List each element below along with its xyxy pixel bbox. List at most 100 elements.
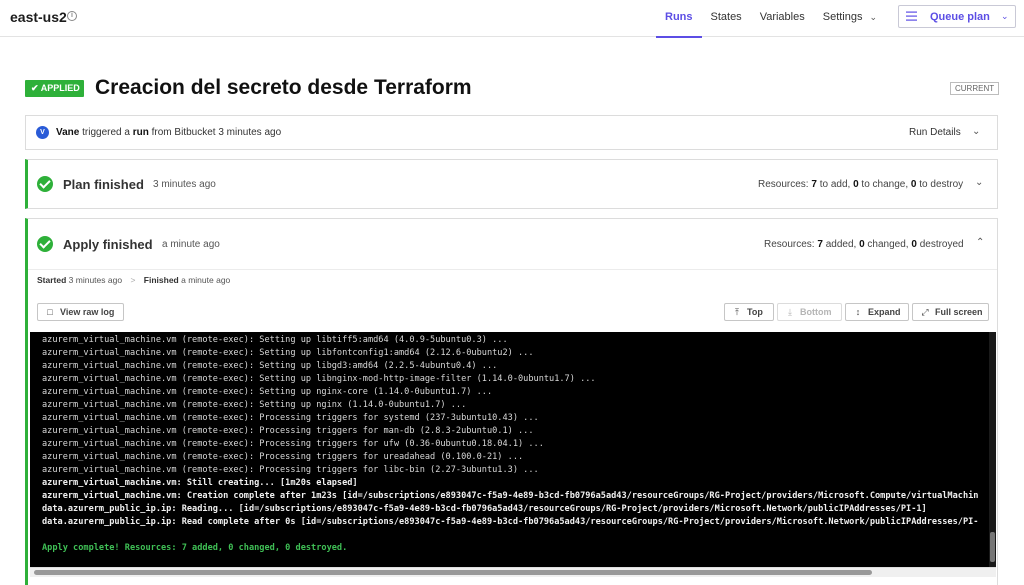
avatar: V: [36, 126, 49, 139]
run-details-toggle[interactable]: Run Details: [909, 127, 961, 138]
horizontal-scrollbar-thumb[interactable]: [34, 570, 872, 575]
log-line: azurerm_virtual_machine.vm (remote-exec)…: [42, 335, 508, 345]
trigger-run-word: run: [132, 127, 149, 138]
status-badge: ✔ APPLIED: [25, 80, 84, 97]
view-raw-log-button[interactable]: □ View raw log: [37, 303, 124, 321]
tab-variables[interactable]: Variables: [751, 0, 814, 37]
check-circle-icon: [37, 236, 53, 252]
trigger-text-mid: triggered a: [82, 127, 130, 138]
log-line: azurerm_virtual_machine.vm (remote-exec)…: [42, 387, 493, 397]
apply-changed-label: changed,: [867, 239, 909, 250]
plan-destroy-label: to destroy: [919, 179, 964, 190]
apply-title: Apply finished: [63, 237, 153, 252]
log-line: azurerm_virtual_machine.vm (remote-exec)…: [42, 413, 539, 423]
check-circle-icon: [37, 176, 53, 192]
vertical-scrollbar-thumb[interactable]: [990, 532, 995, 562]
tab-settings[interactable]: Settings ⌄: [814, 0, 886, 37]
apply-time: a minute ago: [162, 239, 220, 250]
queue-plan-button[interactable]: Queue plan ⌄: [898, 5, 1016, 28]
log-line: azurerm_virtual_machine.vm: Creation com…: [42, 491, 979, 501]
chevron-down-icon[interactable]: ⌄: [975, 177, 983, 188]
log-line: azurerm_virtual_machine.vm (remote-exec)…: [42, 439, 544, 449]
log-terminal[interactable]: azurerm_virtual_machine.vm (remote-exec)…: [30, 332, 996, 567]
apply-destroyed-label: destroyed: [919, 239, 964, 250]
workspace-nav: Runs States Variables Settings ⌄: [656, 0, 886, 38]
tab-runs-label: Runs: [665, 11, 693, 23]
full-screen-label: Full screen: [935, 307, 983, 317]
top-button[interactable]: ⤒ Top: [724, 303, 774, 321]
plan-change-count: 0: [853, 179, 859, 190]
log-line: azurerm_virtual_machine.vm (remote-exec)…: [42, 361, 498, 371]
trigger-text-end: from Bitbucket 3 minutes ago: [151, 127, 282, 138]
plan-time: 3 minutes ago: [153, 179, 216, 190]
apply-timing: Started 3 minutes ago > Finished a minut…: [37, 275, 230, 285]
queue-plan-label: Queue plan: [930, 11, 990, 23]
queue-list-icon: [906, 11, 917, 21]
plan-destroy-count: 0: [910, 179, 917, 190]
chevron-down-icon[interactable]: ⌄: [972, 126, 980, 137]
top-bar: east-us2 i Runs States Variables Setting…: [0, 0, 1024, 38]
top-label: Top: [747, 307, 763, 317]
timing-separator: >: [130, 275, 136, 285]
bottom-button[interactable]: ⤓ Bottom: [777, 303, 842, 321]
finished-time: a minute ago: [181, 275, 231, 285]
expand-label: Expand: [868, 307, 901, 317]
document-icon: □: [47, 307, 53, 317]
info-icon[interactable]: i: [67, 11, 77, 21]
trigger-user: Vane: [56, 127, 80, 138]
plan-title: Plan finished: [63, 177, 144, 192]
started-time: 3 minutes ago: [68, 275, 123, 285]
log-line: azurerm_virtual_machine.vm (remote-exec)…: [42, 400, 467, 410]
chevron-down-icon: ⌄: [1001, 11, 1009, 21]
plan-resources: Resources: 7 to add, 0 to change, 0 to d…: [758, 179, 963, 190]
view-raw-log-label: View raw log: [60, 307, 115, 317]
apply-card: Apply finished a minute ago Resources: 7…: [25, 218, 998, 585]
tab-settings-label: Settings: [822, 11, 863, 23]
full-screen-button[interactable]: ⤢ Full screen: [912, 303, 989, 321]
run-trigger-card: V Vane triggered a run from Bitbucket 3 …: [25, 115, 998, 150]
full-screen-icon: ⤢: [921, 307, 929, 317]
arrow-bottom-icon: ⤓: [788, 307, 792, 317]
plan-add-count: 7: [811, 179, 817, 190]
divider: [28, 269, 997, 270]
plan-res-prefix: Resources:: [758, 179, 809, 190]
tab-runs[interactable]: Runs: [656, 0, 702, 38]
status-badge-label: APPLIED: [40, 83, 80, 93]
vertical-scrollbar[interactable]: [989, 332, 996, 567]
apply-added-count: 7: [817, 239, 823, 250]
apply-res-prefix: Resources:: [764, 239, 815, 250]
arrow-top-icon: ⤒: [735, 307, 739, 317]
current-tag: CURRENT: [950, 82, 1000, 95]
tab-variables-label: Variables: [759, 11, 805, 23]
log-line: azurerm_virtual_machine.vm: Still creati…: [42, 478, 358, 488]
apply-added-label: added,: [825, 239, 857, 250]
log-line: azurerm_virtual_machine.vm (remote-exec)…: [42, 426, 534, 436]
chevron-up-icon[interactable]: ⌃: [976, 237, 984, 248]
run-trigger-text: Vane triggered a run from Bitbucket 3 mi…: [56, 127, 281, 138]
horizontal-scrollbar[interactable]: [30, 567, 996, 577]
log-line: data.azurerm_public_ip.ip: Read complete…: [42, 517, 979, 527]
apply-changed-count: 0: [859, 239, 865, 250]
log-lines: azurerm_virtual_machine.vm (remote-exec)…: [42, 334, 978, 555]
log-line: data.azurerm_public_ip.ip: Reading... [i…: [42, 504, 927, 514]
log-line: azurerm_virtual_machine.vm (remote-exec)…: [42, 374, 596, 384]
plan-change-label: to change,: [861, 179, 909, 190]
started-label: Started: [37, 275, 67, 285]
log-line: Apply complete! Resources: 7 added, 0 ch…: [42, 543, 348, 553]
workspace-name[interactable]: east-us2: [10, 9, 67, 25]
plan-card[interactable]: Plan finished 3 minutes ago Resources: 7…: [25, 159, 998, 209]
tab-states[interactable]: States: [702, 0, 751, 37]
log-line: azurerm_virtual_machine.vm (remote-exec)…: [42, 452, 524, 462]
log-line: azurerm_virtual_machine.vm (remote-exec)…: [42, 465, 539, 475]
plan-add-label: to add,: [819, 179, 851, 190]
expand-button[interactable]: ↕ Expand: [845, 303, 909, 321]
finished-label: Finished: [143, 275, 179, 285]
tab-states-label: States: [710, 11, 742, 23]
log-line: azurerm_virtual_machine.vm (remote-exec)…: [42, 348, 534, 358]
bottom-label: Bottom: [800, 307, 832, 317]
apply-destroyed-count: 0: [911, 239, 917, 250]
page-title: Creacion del secreto desde Terraform: [95, 76, 472, 99]
expand-icon: ↕: [855, 307, 861, 317]
apply-resources: Resources: 7 added, 0 changed, 0 destroy…: [764, 239, 964, 250]
